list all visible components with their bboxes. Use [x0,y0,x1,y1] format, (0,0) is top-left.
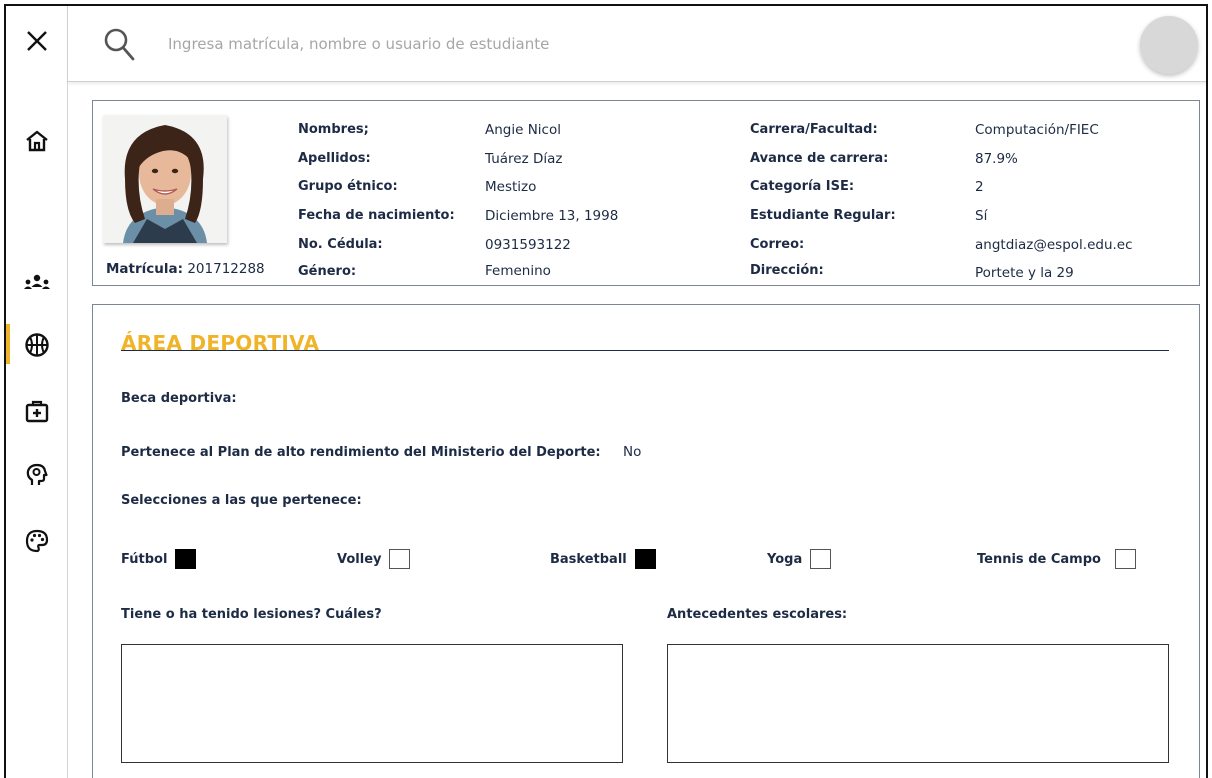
section-title: ÁREA DEPORTIVA [121,331,320,355]
lesiones-textarea[interactable] [121,644,623,763]
field-value-correo: angtdiaz@espol.edu.ec [975,237,1133,253]
section-divider [121,350,1169,351]
palette-icon [25,529,49,553]
home-icon [26,130,48,152]
selecciones-label: Selecciones a las que pertenece: [121,493,362,508]
student-info-card: Matrícula: 201712288 Nombres; Angie Nico… [92,100,1200,286]
app-frame: Matrícula: 201712288 Nombres; Angie Nico… [4,4,1208,778]
field-value-grupo-etnico: Mestizo [485,179,537,195]
checkbox-futbol[interactable] [175,549,197,569]
search-icon[interactable] [102,26,136,62]
sidebar-item-arts[interactable] [22,526,52,556]
option-basketball[interactable]: Basketball [550,549,656,569]
student-photo [103,115,227,243]
checkbox-volley[interactable] [389,549,411,569]
option-futbol[interactable]: Fútbol [121,549,197,569]
field-label-direccion: Dirección: [750,263,824,278]
field-label-regular: Estudiante Regular: [750,208,896,223]
checkbox-yoga[interactable] [810,549,832,569]
matricula-label: Matrícula: [106,261,184,277]
field-label-cedula: No. Cédula: [298,237,383,252]
field-label-grupo-etnico: Grupo étnico: [298,179,398,194]
matricula: Matrícula: 201712288 [106,261,265,277]
field-label-categoria-ise: Categoría ISE: [750,179,855,194]
field-value-regular: Sí [975,208,988,224]
group-icon [24,274,50,289]
sidebar-item-health[interactable] [22,396,52,426]
checkbox-basketball[interactable] [634,549,656,569]
field-value-direccion: Portete y la 29 [975,265,1074,281]
field-value-avance: 87.9% [975,151,1018,167]
antecedentes-textarea[interactable] [667,644,1169,763]
field-label-genero: Género: [298,264,357,279]
plan-label: Pertenece al Plan de alto rendimiento de… [121,445,601,460]
field-value-fecha-nacimiento: Diciembre 13, 1998 [485,208,619,224]
student-search-input[interactable] [168,30,1028,58]
lesiones-label: Tiene o ha tenido lesiones? Cuáles? [121,607,382,622]
option-volley[interactable]: Volley [337,549,411,569]
field-label-correo: Correo: [750,237,805,252]
sidebar-item-students[interactable] [22,268,52,298]
option-yoga-label: Yoga [767,551,803,567]
sidebar-item-sports[interactable] [22,330,52,360]
beca-label: Beca deportiva: [121,391,237,406]
sidebar [6,6,68,778]
head-gear-icon [26,463,48,485]
field-value-carrera: Computación/FIEC [975,122,1099,138]
user-avatar[interactable] [1140,16,1198,74]
sidebar-item-home[interactable] [22,126,52,156]
checkbox-tennis[interactable] [1114,549,1136,569]
option-basketball-label: Basketball [550,551,627,567]
field-label-carrera: Carrera/Facultad: [750,122,878,137]
sidebar-item-psychology[interactable] [22,460,52,490]
option-yoga[interactable]: Yoga [767,549,832,569]
active-indicator [6,324,10,364]
option-tennis-label: Tennis de Campo [977,551,1101,567]
plan-value: No [623,444,642,460]
medical-kit-icon [25,400,49,423]
field-label-apellidos: Apellidos: [298,151,371,166]
option-volley-label: Volley [337,551,382,567]
field-label-avance: Avance de carrera: [750,151,889,166]
field-value-cedula: 0931593122 [485,237,571,253]
field-value-categoria-ise: 2 [975,179,984,195]
field-label-fecha-nacimiento: Fecha de nacimiento: [298,208,455,223]
matricula-value: 201712288 [187,261,265,277]
close-button[interactable] [22,26,52,56]
field-value-genero: Femenino [485,263,551,279]
field-label-nombres: Nombres; [298,122,369,137]
field-value-nombres: Angie Nicol [485,122,561,138]
antecedentes-label: Antecedentes escolares: [667,607,848,622]
field-value-apellidos: Tuárez Díaz [485,151,563,167]
top-bar [68,6,1206,82]
basketball-icon [25,333,49,357]
sports-section: ÁREA DEPORTIVA Beca deportiva: Pertenece… [92,304,1200,778]
close-icon [27,31,47,51]
option-futbol-label: Fútbol [121,551,168,567]
option-tennis[interactable]: Tennis de Campo [977,549,1136,569]
